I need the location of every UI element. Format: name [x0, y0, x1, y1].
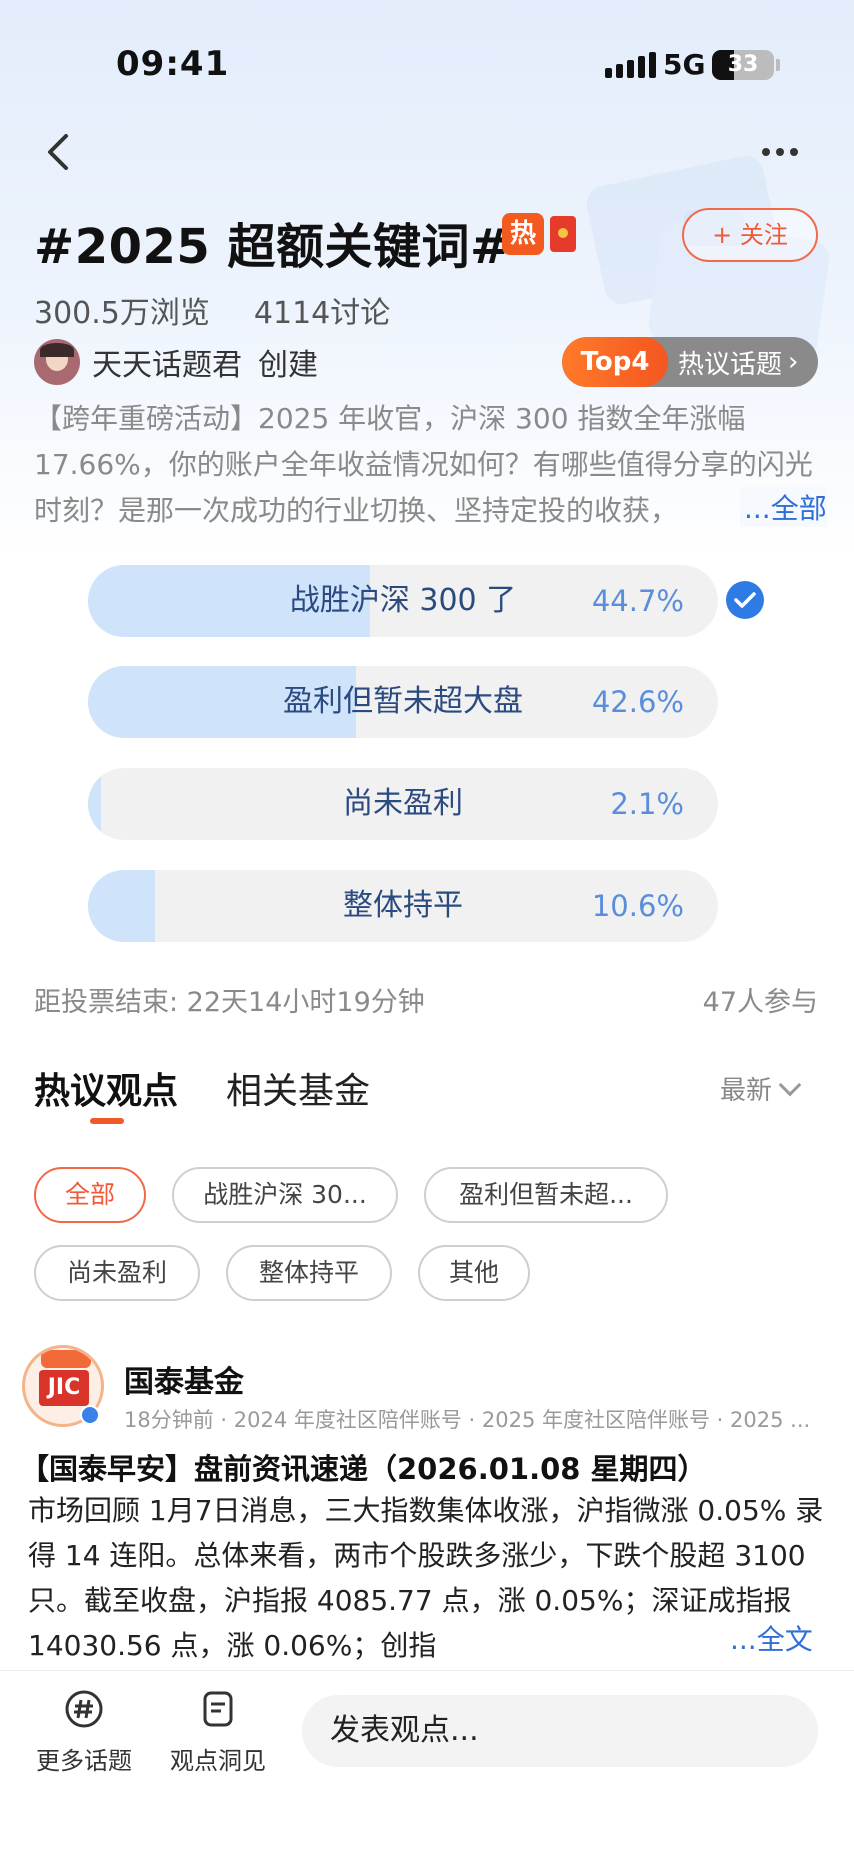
network-type: 5G — [663, 48, 706, 81]
creator-row[interactable]: 天天话题君 创建 — [34, 339, 318, 385]
tab-hot-opinions[interactable]: 热议观点 — [34, 1062, 178, 1114]
bottom-bar: 更多话题 观点洞见 发表观点... — [0, 1670, 854, 1855]
views-count: 300.5万浏览 — [34, 296, 210, 331]
battery-tip — [776, 59, 780, 71]
poll-option-percent: 44.7% — [591, 584, 684, 618]
insights-button[interactable]: 观点洞见 — [158, 1689, 278, 1776]
battery-icon: 33 — [712, 50, 774, 80]
author-logo: JIC — [39, 1370, 89, 1406]
comment-input[interactable]: 发表观点... — [302, 1695, 818, 1767]
topic-description: 【跨年重磅活动】2025 年收官，沪深 300 指数全年涨幅 17.66%，你的… — [34, 402, 813, 527]
poll-option-percent: 10.6% — [591, 889, 684, 923]
document-icon — [203, 1691, 233, 1727]
poll-option[interactable]: 整体持平 10.6% — [88, 870, 718, 942]
poll-footer: 距投票结束: 22天14小时19分钟 47人参与 — [34, 980, 818, 1019]
poll-option-label: 盈利但暂未超大盘 — [283, 684, 523, 719]
poll-countdown: 距投票结束: 22天14小时19分钟 — [34, 987, 425, 1018]
more-topics-label: 更多话题 — [36, 1747, 132, 1775]
filter-chip[interactable]: 其他 — [418, 1245, 530, 1301]
tab-bar: 热议观点 相关基金 — [34, 1062, 370, 1114]
poll-option[interactable]: 尚未盈利 2.1% — [88, 768, 718, 840]
filter-chip-all[interactable]: 全部 — [34, 1167, 146, 1223]
creator-action: 创建 — [258, 348, 318, 383]
hashtag-icon — [65, 1690, 103, 1728]
poll-option-label: 整体持平 — [343, 888, 463, 923]
signal-icon — [605, 52, 656, 78]
sort-dropdown[interactable]: 最新 — [720, 1070, 802, 1107]
poll-option-label: 战胜沪深 300 了 — [289, 583, 517, 618]
filter-chip[interactable]: 战胜沪深 30... — [172, 1167, 398, 1223]
poll-option[interactable]: 战胜沪深 300 了 44.7% — [88, 565, 718, 637]
rank-text: 热议话题 — [678, 349, 783, 380]
rank-label: Top4 — [562, 337, 668, 387]
post-author-name[interactable]: 国泰基金 — [124, 1357, 244, 1401]
status-bar: 09:41 5G 33 — [0, 40, 854, 90]
poll-option-label: 尚未盈利 — [343, 786, 463, 821]
poll-participants: 47人参与 — [702, 987, 818, 1018]
selected-check-icon — [726, 581, 764, 619]
filter-chip[interactable]: 盈利但暂未超... — [424, 1167, 668, 1223]
active-tab-indicator — [90, 1118, 124, 1124]
post-meta: 18分钟前 · 2024 年度社区陪伴账号 · 2025 年度社区陪伴账号 · … — [124, 1408, 811, 1432]
chevron-down-icon — [778, 1073, 802, 1096]
hot-badge: 热 — [502, 213, 544, 255]
more-topics-button[interactable]: 更多话题 — [24, 1689, 144, 1776]
status-time: 09:41 — [116, 44, 230, 84]
red-packet-icon — [550, 216, 576, 252]
poll-option[interactable]: 盈利但暂未超大盘 42.6% — [88, 666, 718, 738]
creator-name: 天天话题君 — [92, 348, 242, 383]
expand-description-link[interactable]: ...全部 — [740, 487, 827, 527]
creator-avatar — [34, 339, 80, 385]
filter-chip[interactable]: 整体持平 — [226, 1245, 392, 1301]
full-text-link[interactable]: ...全文 — [726, 1618, 813, 1658]
topic-title: #2025 超额关键词# — [34, 219, 511, 275]
follow-button[interactable]: + 关注 — [682, 208, 818, 262]
more-options-icon[interactable] — [762, 140, 806, 164]
hot-topic-rank-pill[interactable]: Top4 热议话题 › — [562, 337, 818, 387]
topic-stats: 300.5万浏览 4114讨论 — [34, 288, 390, 332]
sort-label: 最新 — [720, 1076, 773, 1106]
battery-level: 33 — [727, 52, 759, 77]
verified-icon — [80, 1405, 100, 1425]
poll-option-percent: 42.6% — [591, 685, 684, 719]
insights-label: 观点洞见 — [170, 1747, 266, 1775]
post-title[interactable]: 【国泰早安】盘前资讯速递（2026.01.08 星期四） — [20, 1446, 707, 1488]
tab-related-funds[interactable]: 相关基金 — [226, 1062, 370, 1114]
poll-option-percent: 2.1% — [610, 787, 684, 821]
back-icon[interactable] — [40, 130, 80, 174]
chevron-right-icon: › — [788, 347, 799, 377]
discussions-count: 4114讨论 — [253, 296, 391, 331]
post-body[interactable]: 市场回顾 1月7日消息，三大指数集体收涨，沪指微涨 0.05% 录得 14 连阳… — [28, 1488, 828, 1668]
filter-chip[interactable]: 尚未盈利 — [34, 1245, 200, 1301]
